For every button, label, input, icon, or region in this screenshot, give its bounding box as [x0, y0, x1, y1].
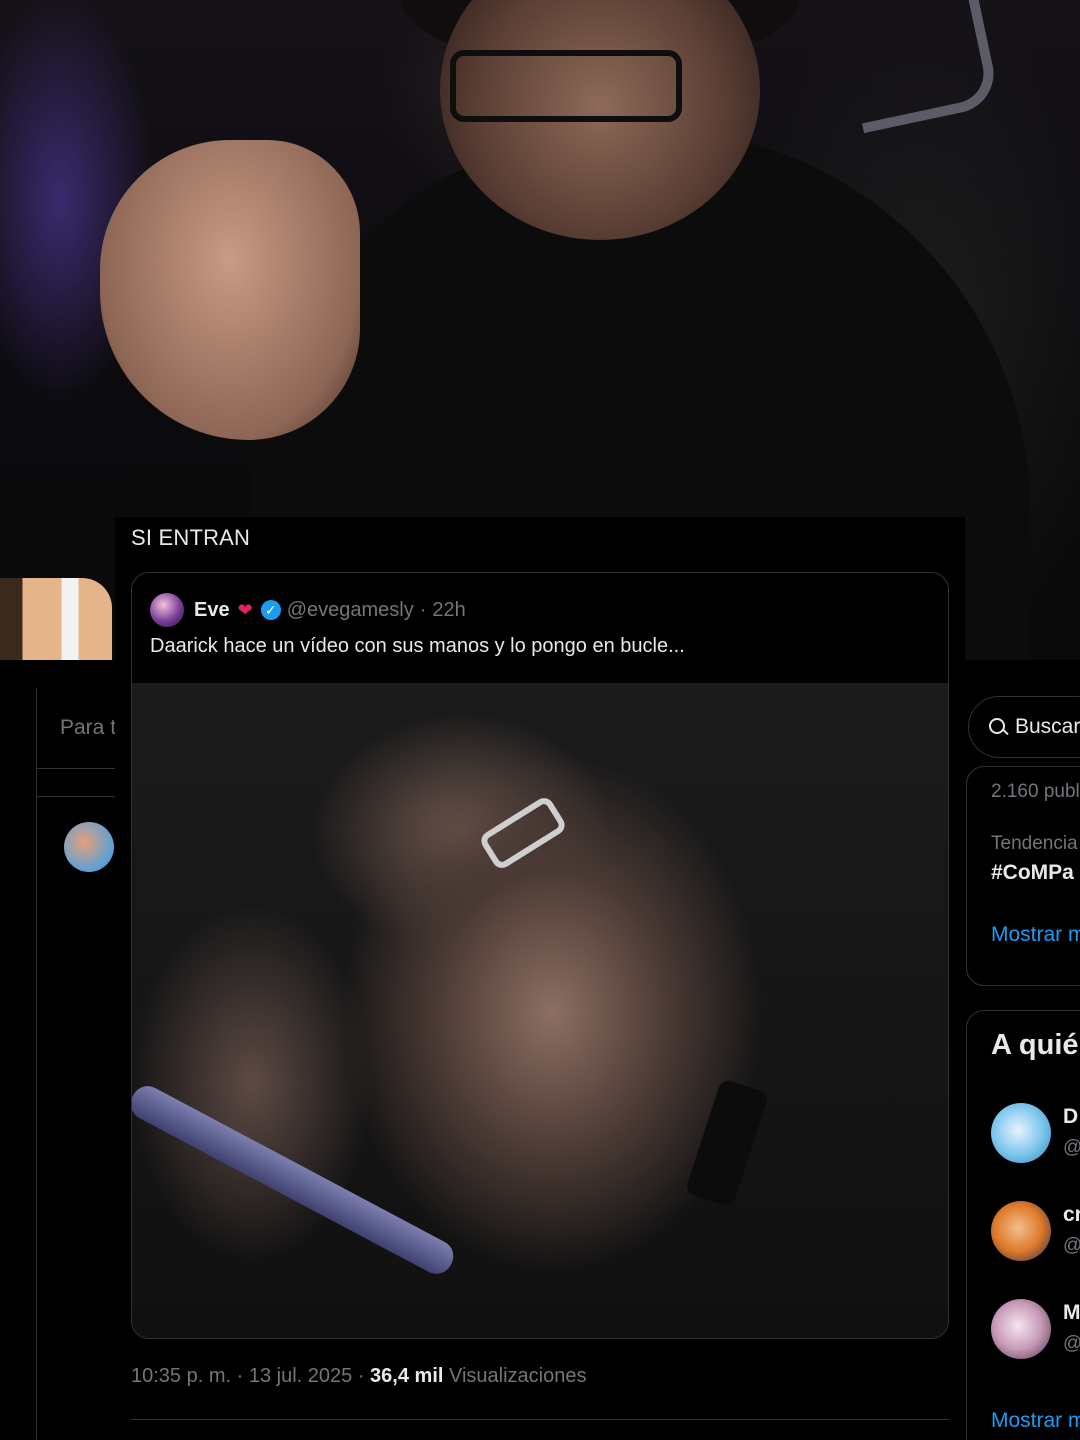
trend-category: Tendencia — [991, 833, 1078, 854]
trend-hashtag[interactable]: #CoMPa — [991, 861, 1074, 885]
quote-text: Daarick hace un vídeo con sus manos y lo… — [150, 635, 685, 657]
quote-author-name[interactable]: Eve — [194, 599, 230, 622]
follow-name: D — [1063, 1105, 1079, 1128]
search-icon — [989, 718, 1007, 736]
streamer-hand — [100, 140, 360, 440]
quote-timestamp[interactable]: 22h — [432, 599, 465, 622]
feed-divider — [36, 796, 116, 797]
wristwatch — [684, 1078, 770, 1208]
tweet-text: SI ENTRAN — [131, 525, 251, 550]
main-tweet[interactable]: SI ENTRAN Eve ❤ ✓ @evegamesly · 22h Daar… — [115, 517, 965, 1440]
follow-name: M — [1063, 1301, 1080, 1324]
right-sidebar: Buscar 2.160 publicaciones Tendencia #Co… — [966, 688, 1080, 1440]
tab-for-you[interactable]: Para ti — [60, 716, 121, 740]
quote-video[interactable] — [132, 683, 948, 1338]
tweet-datetime[interactable]: 10:35 p. m. · 13 jul. 2025 — [131, 1365, 352, 1387]
tweet-meta: 10:35 p. m. · 13 jul. 2025 · 36,4 mil Vi… — [131, 1365, 587, 1388]
avatar — [991, 1103, 1051, 1163]
show-more-trends-link[interactable]: Mostrar más — [991, 923, 1080, 947]
follow-handle: @ — [1063, 1333, 1080, 1355]
posts-count: 2.160 publicaciones — [991, 781, 1080, 802]
quote-header: Eve ❤ ✓ @evegamesly · 22h — [150, 593, 466, 627]
views-count: 36,4 mil — [370, 1365, 444, 1387]
follow-suggestion[interactable]: D @ — [991, 1103, 1080, 1173]
ring — [477, 794, 569, 872]
avatar[interactable] — [64, 822, 114, 872]
follow-handle: @ — [1063, 1235, 1080, 1257]
avatar — [991, 1201, 1051, 1261]
trend-panel: 2.160 publicaciones Tendencia #CoMPa Mos… — [966, 766, 1080, 986]
streamer-glasses — [450, 50, 682, 122]
follow-suggestion[interactable]: M @ — [991, 1299, 1080, 1369]
separator-dot: · — [419, 598, 427, 621]
views-label: Visualizaciones — [449, 1365, 587, 1387]
feed-column: Para ti — [36, 688, 121, 1440]
search-placeholder: Buscar — [1015, 715, 1080, 738]
left-nav-rail — [0, 688, 37, 1440]
separator-dot: · — [357, 1365, 365, 1387]
avatar — [991, 1299, 1051, 1359]
tweet-divider — [131, 1419, 949, 1420]
search-input[interactable]: Buscar — [968, 696, 1080, 758]
avatar[interactable] — [150, 593, 184, 627]
quote-author-handle[interactable]: @evegamesly — [287, 599, 414, 622]
who-to-follow-title: A quién seguir — [991, 1029, 1080, 1061]
pixel-avatar-overlay — [0, 578, 112, 660]
verified-icon: ✓ — [260, 600, 281, 620]
follow-handle: @ — [1063, 1137, 1080, 1159]
pen — [132, 1080, 459, 1280]
chair-headset — [839, 0, 1001, 134]
feed-tabs: Para ti — [36, 688, 121, 769]
show-more-follow-link[interactable]: Mostrar más — [991, 1409, 1080, 1433]
who-to-follow-panel: A quién seguir D @ cr @ M @ Mostrar más — [966, 1010, 1080, 1440]
quoted-tweet[interactable]: Eve ❤ ✓ @evegamesly · 22h Daarick hace u… — [131, 572, 949, 1339]
follow-suggestion[interactable]: cr @ — [991, 1201, 1080, 1271]
follow-name: cr — [1063, 1203, 1080, 1226]
heart-icon: ❤ — [237, 599, 253, 620]
